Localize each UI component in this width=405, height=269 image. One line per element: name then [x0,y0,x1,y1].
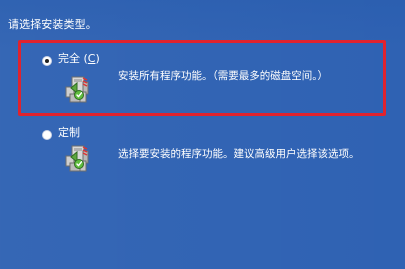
install-option-complete[interactable]: 完全 (C) 安装所有程序功能。（需要最多的磁盘空间。） [18,49,378,121]
package-icon [65,76,89,103]
custom-option-label: 定制 [58,126,80,140]
custom-option-label-main: 定制 [58,126,80,139]
custom-option-description: 选择要安装的程序功能。建议高级用户选择该选项。 [118,148,360,160]
complete-option-description: 安装所有程序功能。（需要最多的磁盘空间。） [118,70,328,82]
custom-radio-button[interactable] [42,130,52,140]
complete-option-label-main: 完全 [58,52,80,65]
install-type-prompt: 请选择安装类型。 [8,18,97,31]
complete-option-label: 完全 (C) [58,52,100,66]
complete-radio-button[interactable] [42,56,52,66]
package-icon [65,145,89,172]
install-option-custom[interactable]: 定制 选择要安装的程序功能。建议高级用户选择该选项。 [18,126,378,199]
complete-option-label-key-close: ) [95,52,100,65]
setup-type-panel: 请选择安装类型。 完全 (C) 安装所有程序功能。（需要最多的磁盘空间。） 定制 [0,0,405,269]
